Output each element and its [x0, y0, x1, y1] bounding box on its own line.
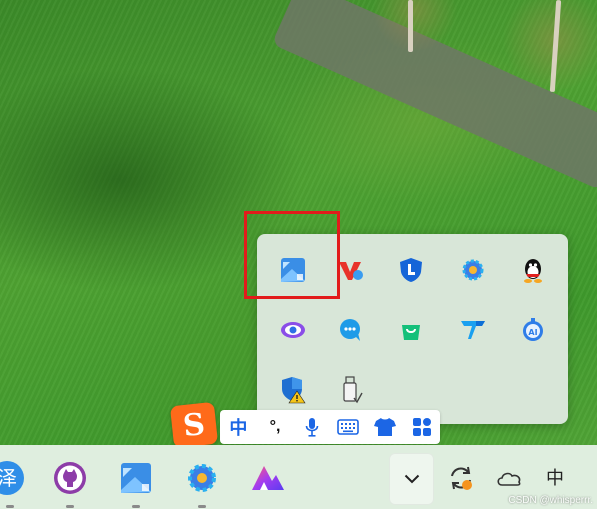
usb-drive-icon[interactable]: [331, 370, 371, 410]
sogou-ime-logo[interactable]: S: [169, 401, 219, 449]
ime-punctuation-button[interactable]: °,: [261, 413, 289, 441]
github-icon[interactable]: [51, 459, 89, 497]
running-indicator: [198, 505, 206, 508]
partial-app-glyph: 泽: [0, 466, 17, 490]
onedrive-cloud-icon[interactable]: [490, 459, 528, 497]
windows-defender-warning-icon[interactable]: [273, 370, 313, 410]
triangle-logo-icon[interactable]: [249, 459, 287, 497]
ime-mode-text: 中: [546, 468, 564, 489]
sync-icon[interactable]: [442, 459, 480, 497]
keyboard-icon[interactable]: [334, 413, 362, 441]
shirt-skin-icon[interactable]: [371, 413, 399, 441]
shield-l-icon[interactable]: [391, 250, 431, 290]
ime-mode-button[interactable]: 中: [224, 413, 252, 441]
shopping-bag-icon[interactable]: [391, 310, 431, 350]
ai-robot-icon[interactable]: AI: [513, 310, 553, 350]
wallpaper-tree-trunk: [408, 0, 413, 52]
v-logo-icon[interactable]: [453, 310, 493, 350]
ime-punct-label: °,: [269, 418, 281, 435]
partial-app-icon[interactable]: 泽: [0, 459, 26, 497]
ime-mode-indicator[interactable]: 中: [540, 465, 570, 489]
running-indicator: [6, 505, 14, 508]
qq-penguin-icon[interactable]: [513, 250, 553, 290]
ime-mode-label: 中: [229, 418, 248, 438]
gear-app-icon[interactable]: [183, 459, 221, 497]
show-hidden-icons-button[interactable]: [389, 453, 434, 505]
microphone-icon[interactable]: [298, 413, 326, 441]
toolbox-icon[interactable]: [408, 413, 436, 441]
eye-swirl-icon[interactable]: [273, 310, 313, 350]
chat-bubble-icon[interactable]: [331, 310, 371, 350]
watermark: CSDN @whisperrr.: [508, 495, 593, 506]
svg-text:AI: AI: [528, 328, 537, 337]
chevron-down-icon: [404, 474, 419, 484]
ime-toolbar: S 中 °,: [169, 401, 440, 449]
running-indicator: [132, 505, 140, 508]
gear-app-icon[interactable]: [453, 250, 493, 290]
image-app-icon[interactable]: [117, 459, 155, 497]
ime-logo-letter: S: [181, 406, 207, 444]
ime-button-strip: 中 °,: [220, 410, 440, 444]
running-indicator: [66, 505, 74, 508]
highlight-box: [244, 211, 340, 299]
